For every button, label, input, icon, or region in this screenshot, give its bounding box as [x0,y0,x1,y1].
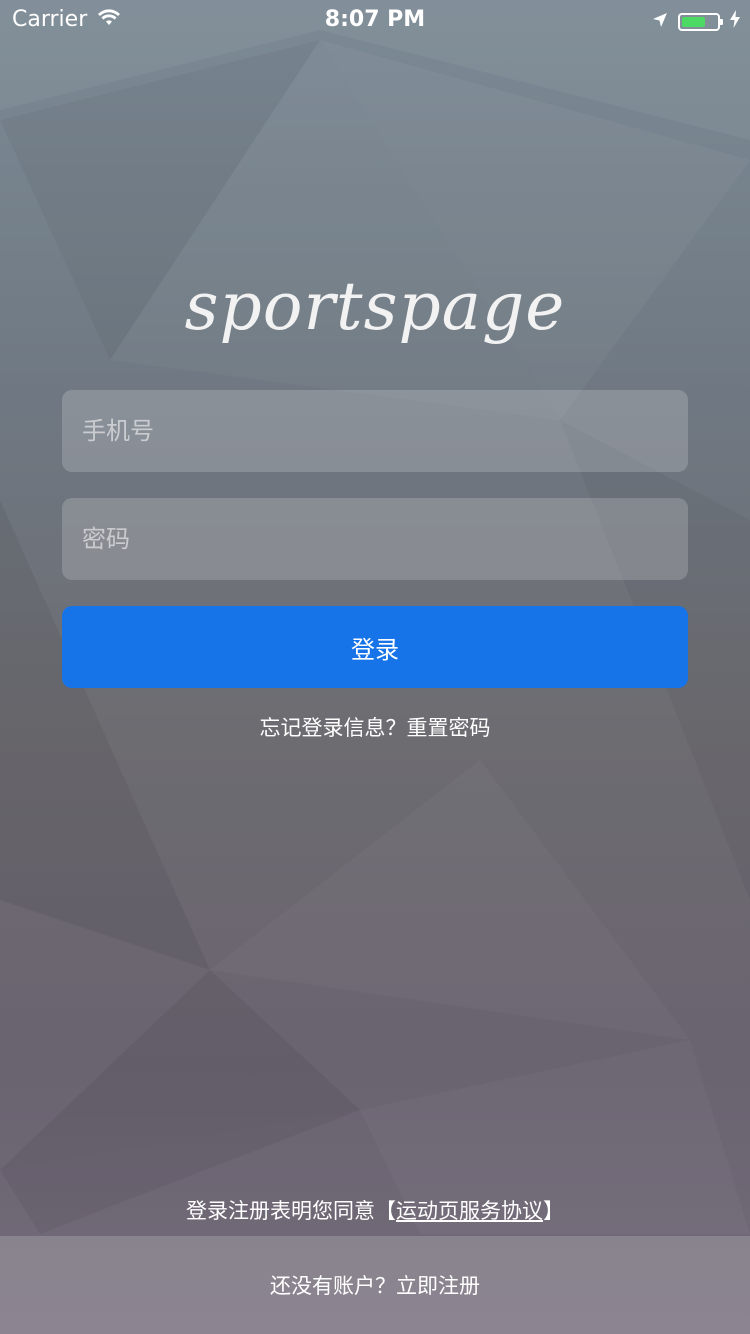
agreement-prefix: 登录注册表明您同意【 [186,1199,396,1223]
status-right [652,9,740,34]
app-logo: sportspage [184,268,566,345]
phone-input[interactable] [62,390,688,472]
password-input[interactable] [62,498,688,580]
status-bar: Carrier 8:07 PM [0,0,750,40]
agreement-suffix: 】 [543,1199,564,1223]
register-link[interactable]: 还没有账户？立即注册 [270,1270,480,1300]
charging-bolt-icon [730,9,740,34]
location-arrow-icon [652,9,668,34]
forgot-password-link[interactable]: 忘记登录信息？重置密码 [0,712,750,742]
battery-icon [678,12,723,31]
login-button[interactable]: 登录 [62,606,688,688]
service-agreement-link[interactable]: 运动页服务协议 [396,1199,543,1223]
status-time: 8:07 PM [324,7,426,32]
register-bar[interactable]: 还没有账户？立即注册 [0,1236,750,1334]
battery-tip [720,18,723,25]
battery-fill [682,16,705,27]
agreement-text: 登录注册表明您同意【运动页服务协议】 [0,1195,750,1225]
